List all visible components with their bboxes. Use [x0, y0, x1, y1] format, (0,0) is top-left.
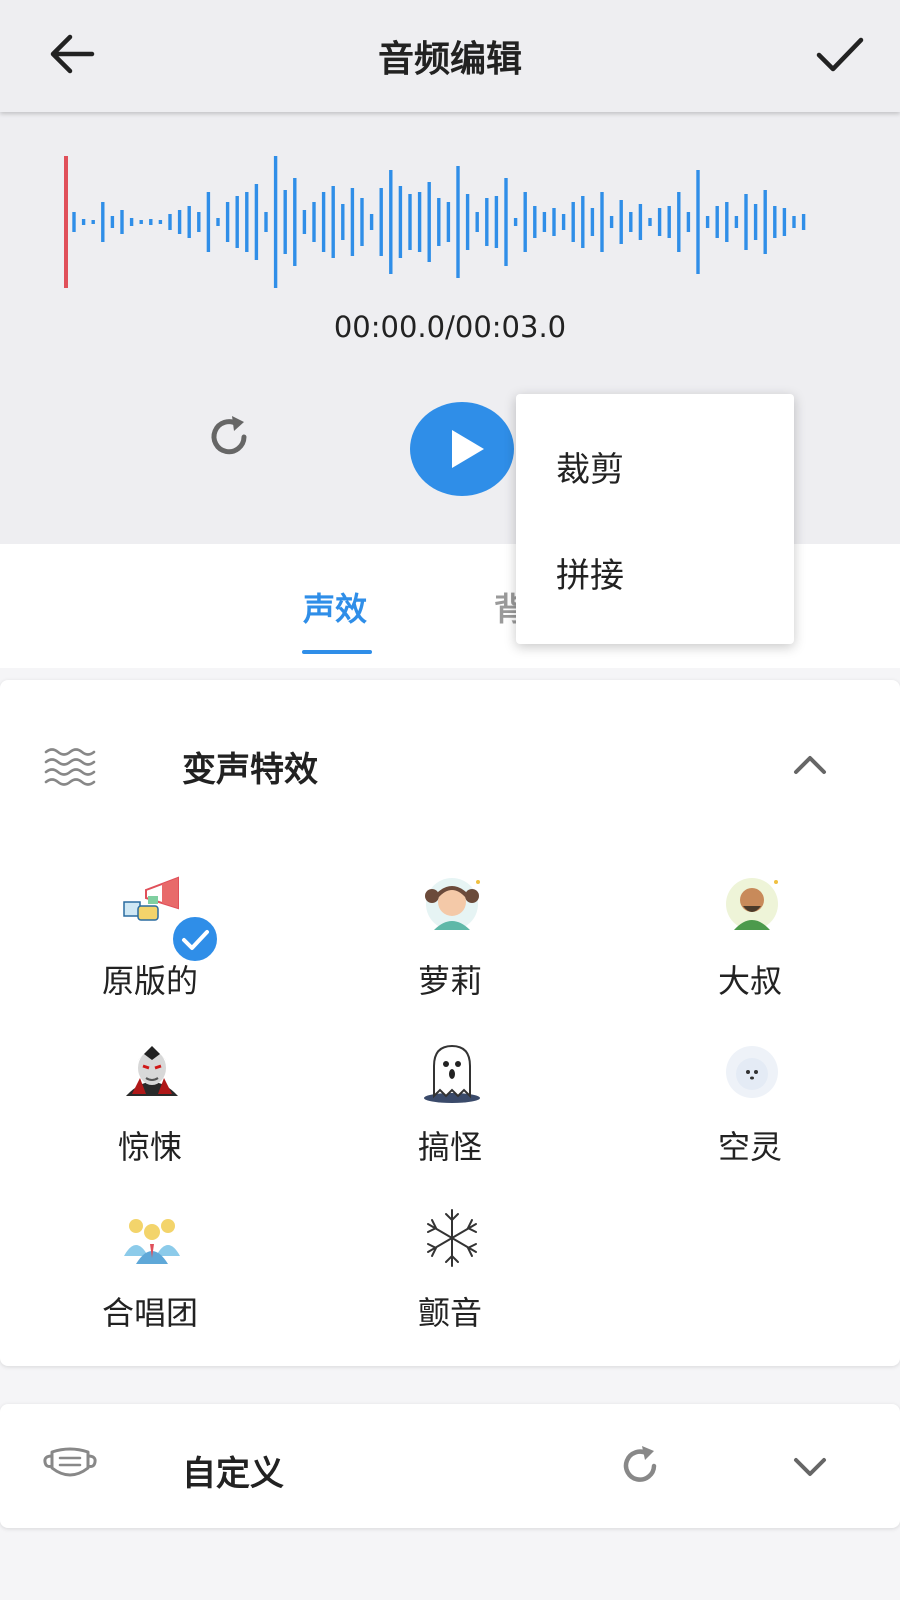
section-title: 变声特效	[182, 750, 318, 790]
effect-funny[interactable]: 搞怪	[350, 1038, 550, 1188]
effect-uncle[interactable]: 大叔	[650, 872, 850, 1022]
waves-icon	[44, 748, 96, 786]
ghost-icon	[424, 1044, 480, 1103]
reset-icon[interactable]	[616, 1442, 664, 1490]
chevron-up-icon[interactable]	[792, 750, 828, 780]
tab-sound-effects[interactable]: 声效	[303, 584, 367, 630]
play-button[interactable]	[410, 402, 514, 496]
effect-label: 空灵	[717, 1128, 782, 1166]
selected-check-icon	[170, 914, 220, 964]
effect-loli[interactable]: 萝莉	[350, 872, 550, 1022]
page-title: 音频编辑	[377, 39, 522, 80]
waveform[interactable]	[60, 152, 840, 292]
popup-menu: 裁剪 拼接	[516, 394, 794, 644]
snowflake-icon	[427, 1209, 477, 1267]
check-icon[interactable]	[812, 26, 868, 82]
custom-card[interactable]: 自定义	[0, 1404, 900, 1528]
effect-label: 原版的	[101, 962, 198, 1000]
effect-label: 合唱团	[101, 1294, 198, 1332]
tab-indicator	[302, 650, 372, 654]
section-title: 自定义	[182, 1454, 284, 1494]
replay-icon[interactable]	[204, 412, 254, 462]
effect-label: 萝莉	[417, 962, 482, 1000]
choir-icon	[124, 1219, 180, 1264]
effect-choir[interactable]: 合唱团	[50, 1204, 250, 1354]
menu-item-trim[interactable]: 裁剪	[556, 442, 624, 491]
app-bar: 音频编辑	[0, 0, 900, 112]
effect-original[interactable]: 原版的	[50, 872, 250, 1022]
play-icon	[452, 430, 484, 468]
menu-item-splice[interactable]: 拼接	[556, 548, 624, 597]
spirit-icon	[726, 1046, 778, 1098]
time-display: 00:00.0/00:03.0	[333, 310, 567, 344]
effect-label: 大叔	[717, 962, 782, 1000]
effect-label: 颤音	[417, 1294, 482, 1332]
effect-horror[interactable]: 惊悚	[50, 1038, 250, 1188]
girl-avatar-icon	[425, 878, 480, 930]
chevron-down-icon[interactable]	[792, 1452, 828, 1482]
mask-icon	[43, 1447, 97, 1477]
effect-label: 惊悚	[117, 1128, 182, 1166]
effect-label: 搞怪	[417, 1128, 482, 1166]
effect-tremolo[interactable]: 颤音	[350, 1204, 550, 1354]
effect-ethereal[interactable]: 空灵	[650, 1038, 850, 1188]
uncle-avatar-icon	[726, 878, 778, 930]
vampire-icon	[126, 1046, 178, 1096]
